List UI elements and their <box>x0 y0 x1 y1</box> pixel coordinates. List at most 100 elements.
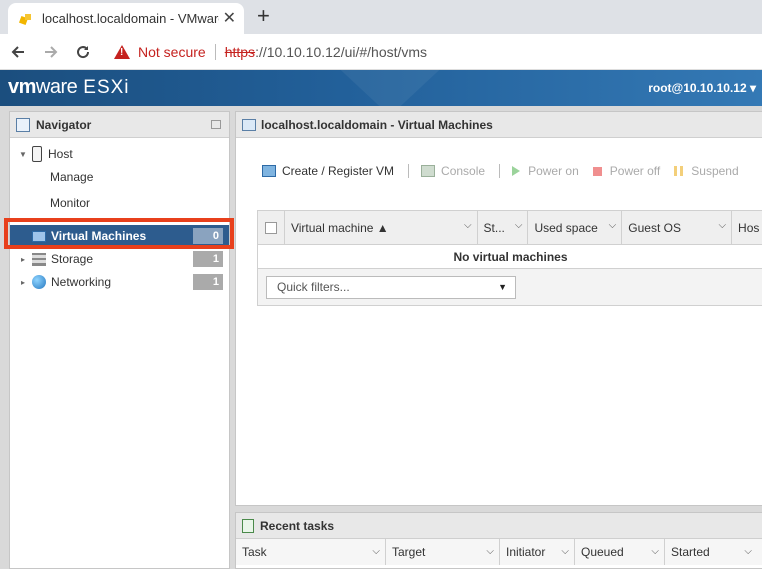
chevron-down-icon[interactable]: ⌵ <box>515 220 523 231</box>
column-label: St... <box>483 220 505 235</box>
main-panel: localhost.localdomain - Virtual Machines… <box>235 111 762 506</box>
reload-icon <box>77 46 90 59</box>
recent-tasks-header: Recent tasks <box>236 513 762 539</box>
action-toolbar: Create / Register VM Console Power on Po… <box>262 164 753 178</box>
table-header: Virtual machine ▲ ⌵ St... ⌵ Used space ⌵… <box>258 211 762 245</box>
nav-item-manage[interactable]: Manage <box>10 166 229 188</box>
browser-tabstrip: localhost.localdomain - VMware ESXi ✕ + <box>0 0 762 34</box>
vmware-esxi-logo: vmware ESXi <box>8 76 130 99</box>
navigator-header: Navigator <box>10 112 229 138</box>
column-label: Initiator <box>506 545 546 559</box>
power-off-button[interactable]: Power off <box>592 164 661 178</box>
column-label: Guest OS <box>628 220 681 235</box>
forward-button[interactable] <box>39 40 63 64</box>
highlight-box <box>4 218 234 249</box>
navigator-title: Navigator <box>36 117 92 132</box>
dropdown-caret-icon: ▼ <box>498 282 507 292</box>
quick-filters-label: Quick filters... <box>277 280 350 294</box>
back-arrow-icon <box>11 46 24 58</box>
vmware-favicon-icon <box>20 13 32 25</box>
chevron-down-icon[interactable]: ⌵ <box>718 220 726 231</box>
security-indicator[interactable]: Not secure <box>138 44 206 60</box>
power-on-icon <box>512 166 521 176</box>
nav-item-storage[interactable]: ▸ Storage 1 <box>10 248 229 270</box>
header-decoration <box>330 70 450 106</box>
recent-tasks-title: Recent tasks <box>260 518 335 533</box>
select-all-cell[interactable] <box>258 211 285 244</box>
console-button[interactable]: Console <box>421 164 485 178</box>
divider <box>499 164 501 178</box>
nav-item-monitor[interactable]: Monitor <box>10 192 229 214</box>
suspend-button[interactable]: Suspend <box>674 164 739 178</box>
chevron-down-icon[interactable]: ⌵ <box>464 220 472 231</box>
action-label: Suspend <box>691 164 739 178</box>
chevron-down-icon[interactable]: ⌵ <box>372 546 380 557</box>
create-vm-icon <box>262 165 276 177</box>
user-menu[interactable]: root@10.10.10.12 ▾ <box>648 81 756 95</box>
recent-tasks-panel: Recent tasks Task ⌵ Target ⌵ Initiator ⌵… <box>235 512 762 569</box>
divider <box>408 164 410 178</box>
nav-item-label: Monitor <box>50 196 91 210</box>
tasks-table-header: Task ⌵ Target ⌵ Initiator ⌵ Queued ⌵ Sta… <box>236 539 762 565</box>
quick-filters-dropdown[interactable]: Quick filters... ▼ <box>266 276 516 299</box>
column-initiator[interactable]: Initiator ⌵ <box>500 539 575 565</box>
chevron-down-icon[interactable]: ⌵ <box>486 546 494 557</box>
action-label: Console <box>441 164 486 178</box>
empty-message: No virtual machines <box>258 245 762 269</box>
column-state[interactable]: St... ⌵ <box>478 211 529 244</box>
count-badge: 1 <box>193 274 223 290</box>
console-icon <box>421 165 436 177</box>
nav-item-networking[interactable]: ▸ Networking 1 <box>10 271 229 293</box>
chevron-down-icon[interactable]: ⌵ <box>744 546 752 557</box>
column-host[interactable]: Hos <box>732 211 762 244</box>
expand-right-icon[interactable]: ▸ <box>18 278 28 287</box>
logo-vm: vm <box>8 76 36 98</box>
column-used-space[interactable]: Used space ⌵ <box>528 211 623 244</box>
divider <box>214 44 216 60</box>
browser-tab[interactable]: localhost.localdomain - VMware ESXi ✕ <box>8 3 244 34</box>
nav-item-label: Host <box>48 147 73 161</box>
expand-down-icon[interactable]: ▼ <box>18 150 28 159</box>
browser-toolbar: ! Not secure https ://10.10.10.12/ui/#/h… <box>0 34 762 70</box>
column-guest-os[interactable]: Guest OS ⌵ <box>622 211 733 244</box>
column-task[interactable]: Task ⌵ <box>236 539 386 565</box>
address-bar[interactable]: ! Not secure https ://10.10.10.12/ui/#/h… <box>104 37 762 67</box>
column-started[interactable]: Started ⌵ <box>665 539 757 565</box>
reload-button[interactable] <box>71 40 95 64</box>
esxi-header: vmware ESXi root@10.10.10.12 ▾ <box>0 70 762 106</box>
column-label: Virtual machine ▲ <box>290 220 389 235</box>
chevron-down-icon[interactable]: ⌵ <box>561 546 569 557</box>
navigator-icon <box>16 117 30 132</box>
create-register-vm-button[interactable]: Create / Register VM <box>262 164 394 178</box>
forward-arrow-icon <box>45 46 58 58</box>
table-footer: Quick filters... ▼ <box>258 269 762 305</box>
nav-item-host[interactable]: ▼ Host <box>10 143 229 165</box>
column-label: Task <box>242 545 267 559</box>
select-all-checkbox[interactable] <box>265 221 277 234</box>
action-label: Power off <box>609 164 661 178</box>
action-label: Create / Register VM <box>282 164 395 178</box>
tab-title: localhost.localdomain - VMware ESXi <box>42 11 219 26</box>
power-on-button[interactable]: Power on <box>512 164 579 178</box>
logo-esxi: ESXi <box>83 77 130 98</box>
back-button[interactable] <box>6 40 30 64</box>
nav-item-label: Storage <box>51 252 94 266</box>
chevron-down-icon[interactable]: ⌵ <box>651 546 659 557</box>
column-queued[interactable]: Queued ⌵ <box>575 539 665 565</box>
column-label: Queued <box>581 545 624 559</box>
chevron-down-icon[interactable]: ⌵ <box>609 220 617 231</box>
new-tab-button[interactable]: + <box>257 4 270 28</box>
vms-icon <box>242 118 256 131</box>
column-label: Started <box>671 545 710 559</box>
page-title: localhost.localdomain - Virtual Machines <box>261 117 493 132</box>
column-virtual-machine[interactable]: Virtual machine ▲ ⌵ <box>285 211 478 244</box>
navigator-panel: Navigator ▼ Host Manage Monitor Virtual … <box>9 111 230 569</box>
suspend-icon <box>674 166 684 176</box>
nav-item-label: Networking <box>51 275 112 289</box>
column-target[interactable]: Target ⌵ <box>386 539 500 565</box>
power-off-icon <box>592 166 602 176</box>
action-label: Power on <box>528 164 579 178</box>
tab-close-icon[interactable]: ✕ <box>223 10 236 27</box>
expand-right-icon[interactable]: ▸ <box>18 255 28 264</box>
collapse-icon[interactable] <box>211 120 221 129</box>
